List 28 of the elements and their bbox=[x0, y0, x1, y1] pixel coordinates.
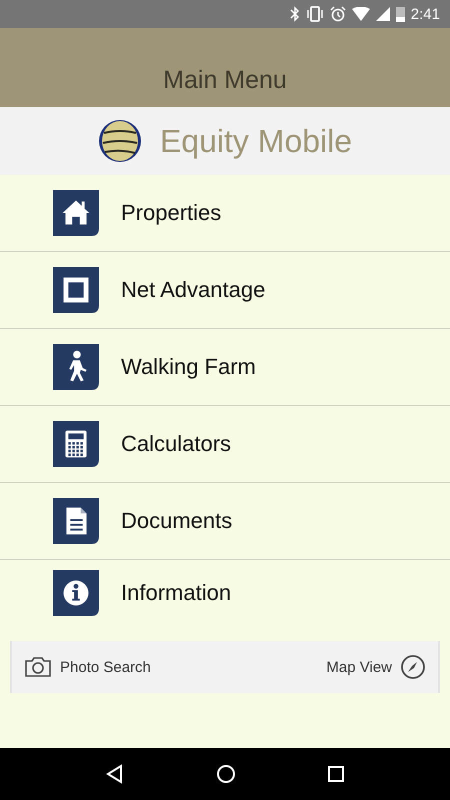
logo-icon bbox=[98, 119, 142, 163]
battery-icon bbox=[396, 6, 405, 22]
bluetooth-icon bbox=[290, 6, 300, 22]
menu-item[interactable]: Calculators bbox=[0, 406, 450, 483]
alarm-icon bbox=[330, 6, 346, 22]
menu-item[interactable]: Walking Farm bbox=[0, 329, 450, 406]
house-icon bbox=[53, 190, 99, 236]
menu-item[interactable]: Documents bbox=[0, 483, 450, 560]
map-view-button[interactable]: Map View bbox=[322, 650, 430, 684]
document-icon bbox=[53, 498, 99, 544]
signal-icon bbox=[376, 7, 390, 21]
square-icon bbox=[53, 267, 99, 313]
status-time: 2:41 bbox=[410, 6, 440, 22]
info-icon bbox=[53, 570, 99, 616]
walker-icon bbox=[53, 344, 99, 390]
home-icon[interactable] bbox=[216, 764, 236, 784]
compass-icon bbox=[400, 654, 426, 680]
recents-icon[interactable] bbox=[326, 765, 345, 783]
menu-item[interactable]: Information bbox=[0, 560, 450, 626]
menu-item[interactable]: Properties bbox=[0, 175, 450, 252]
calculator-icon bbox=[53, 421, 99, 467]
photo-search-button[interactable]: Photo Search bbox=[20, 652, 155, 682]
header-title: Main Menu bbox=[163, 66, 287, 95]
wifi-icon bbox=[352, 7, 370, 21]
app-name: Equity Mobile bbox=[160, 122, 352, 160]
vibrate-icon bbox=[306, 6, 324, 22]
camera-icon bbox=[24, 656, 52, 678]
menu-item[interactable]: Net Advantage bbox=[0, 252, 450, 329]
